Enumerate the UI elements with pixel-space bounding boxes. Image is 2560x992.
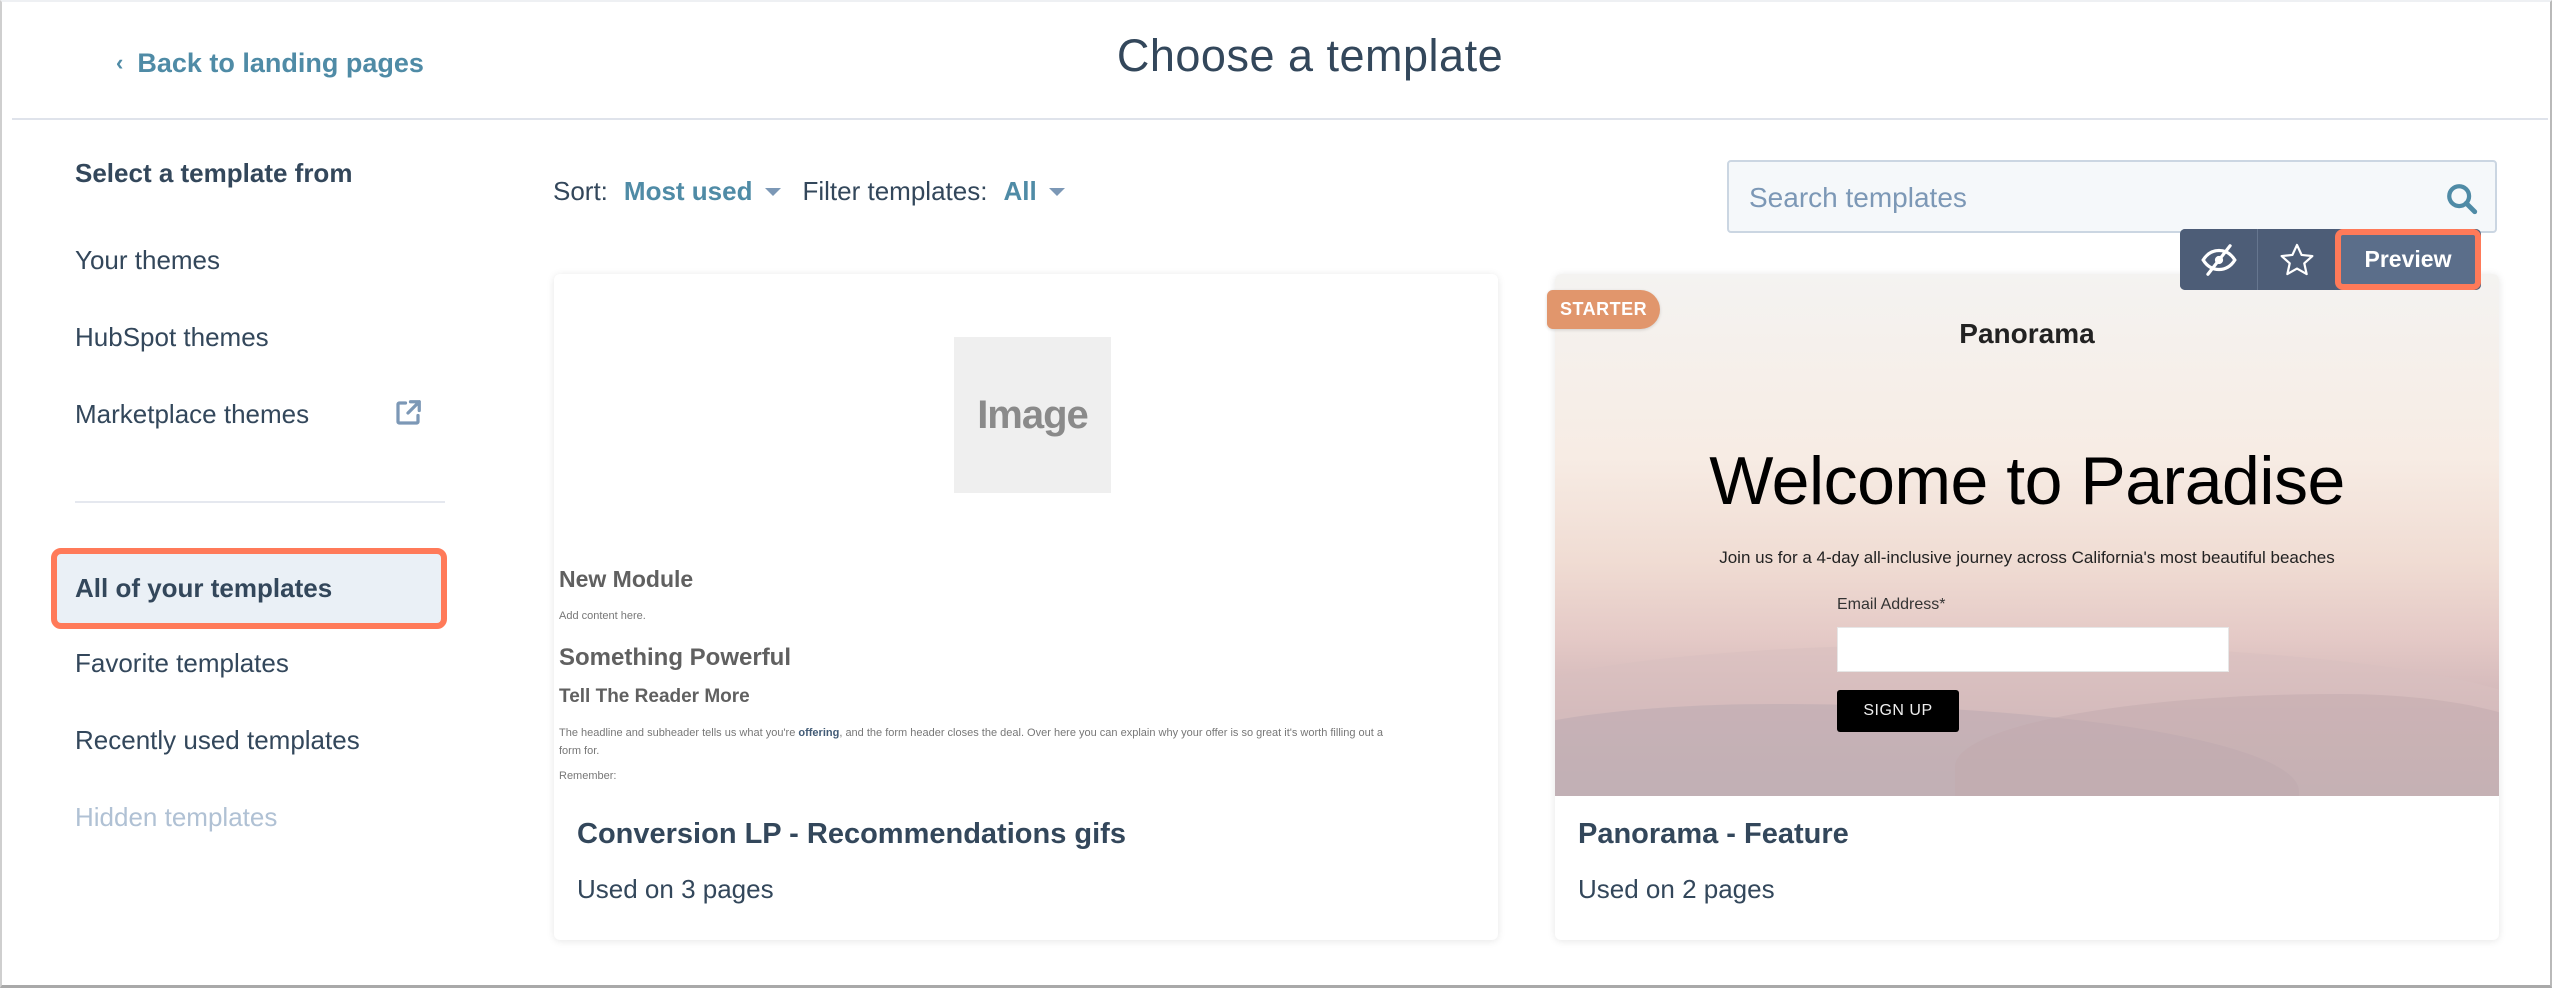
sidebar-divider <box>75 501 445 503</box>
thumb-subheading: Tell The Reader More <box>559 686 750 707</box>
template-thumbnail[interactable]: Image New Module Add content here. Somet… <box>554 274 1498 796</box>
page-title: Choose a template <box>1116 30 1504 81</box>
template-name: Conversion LP - Recommendations gifs <box>577 818 1126 850</box>
sidebar-item-marketplace-themes[interactable]: Marketplace themes <box>75 399 309 430</box>
sidebar-item-all-templates[interactable]: All of your templates <box>51 548 447 629</box>
sort-dropdown[interactable]: Most used <box>624 176 803 207</box>
thumb-signup-button: SIGN UP <box>1837 690 1959 732</box>
filter-label: Filter templates: <box>802 176 988 206</box>
caret-down-icon <box>764 187 781 196</box>
sidebar-item-recently-used-templates[interactable]: Recently used templates <box>75 725 360 756</box>
thumb-heading: Something Powerful <box>559 644 792 671</box>
starter-badge: STARTER <box>1547 290 1660 329</box>
external-link-icon[interactable] <box>393 398 423 428</box>
thumb-subheadline: Join us for a 4-day all-inclusive journe… <box>1719 548 2335 567</box>
template-name: Panorama - Feature <box>1578 818 1849 850</box>
favorite-template-button[interactable] <box>2258 229 2335 290</box>
preview-button[interactable]: Preview <box>2335 229 2481 290</box>
thumb-body: The headline and subheader tells us what… <box>559 727 1383 757</box>
star-outline-icon <box>2280 243 2313 275</box>
thumb-brand: Panorama <box>1959 318 2095 349</box>
template-usage: Used on 2 pages <box>1578 874 1775 904</box>
preview-label: Preview <box>2364 246 2452 272</box>
sidebar-item-hubspot-themes[interactable]: HubSpot themes <box>75 322 269 353</box>
thumb-text: Remember: <box>559 770 617 782</box>
thumb-heading: New Module <box>559 566 694 592</box>
sidebar-item-your-themes[interactable]: Your themes <box>75 245 220 276</box>
filter-bar: Sort: Most used Filter templates: All <box>553 176 1087 207</box>
back-link-label: Back to landing pages <box>137 47 424 78</box>
search-input[interactable] <box>1729 162 2431 233</box>
thumb-email-field <box>1837 627 2229 672</box>
filter-value: All <box>1003 176 1037 206</box>
sidebar-heading: Select a template from <box>75 158 353 188</box>
header-divider <box>12 118 2548 120</box>
back-to-landing-pages-link[interactable]: ‹ Back to landing pages <box>116 44 424 82</box>
template-usage: Used on 3 pages <box>577 874 774 904</box>
eye-slash-icon <box>2200 243 2237 276</box>
template-hover-toolbar: Preview <box>2180 229 2481 290</box>
thumb-headline: Welcome to Paradise <box>1709 443 2345 519</box>
chevron-left-icon: ‹ <box>116 50 124 75</box>
sort-label: Sort: <box>553 176 608 206</box>
thumb-field-label: Email Address* <box>1837 596 1946 613</box>
hide-template-button[interactable] <box>2180 229 2258 290</box>
sort-value: Most used <box>623 176 753 206</box>
sidebar-item-hidden-templates[interactable]: Hidden templates <box>75 802 277 833</box>
caret-down-icon <box>1048 187 1065 196</box>
image-placeholder: Image <box>954 337 1111 493</box>
template-card[interactable]: Panorama Welcome to Paradise Join us for… <box>1555 274 2499 940</box>
thumb-text: Add content here. <box>559 610 646 622</box>
template-thumbnail[interactable]: Panorama Welcome to Paradise Join us for… <box>1555 274 2499 796</box>
search-box <box>1727 160 2497 233</box>
sidebar-item-favorite-templates[interactable]: Favorite templates <box>75 648 289 679</box>
sidebar-item-label: All of your templates <box>75 573 333 603</box>
filter-dropdown[interactable]: All <box>1003 176 1086 207</box>
template-card[interactable]: Image New Module Add content here. Somet… <box>554 274 1498 940</box>
search-icon[interactable] <box>2445 182 2479 216</box>
